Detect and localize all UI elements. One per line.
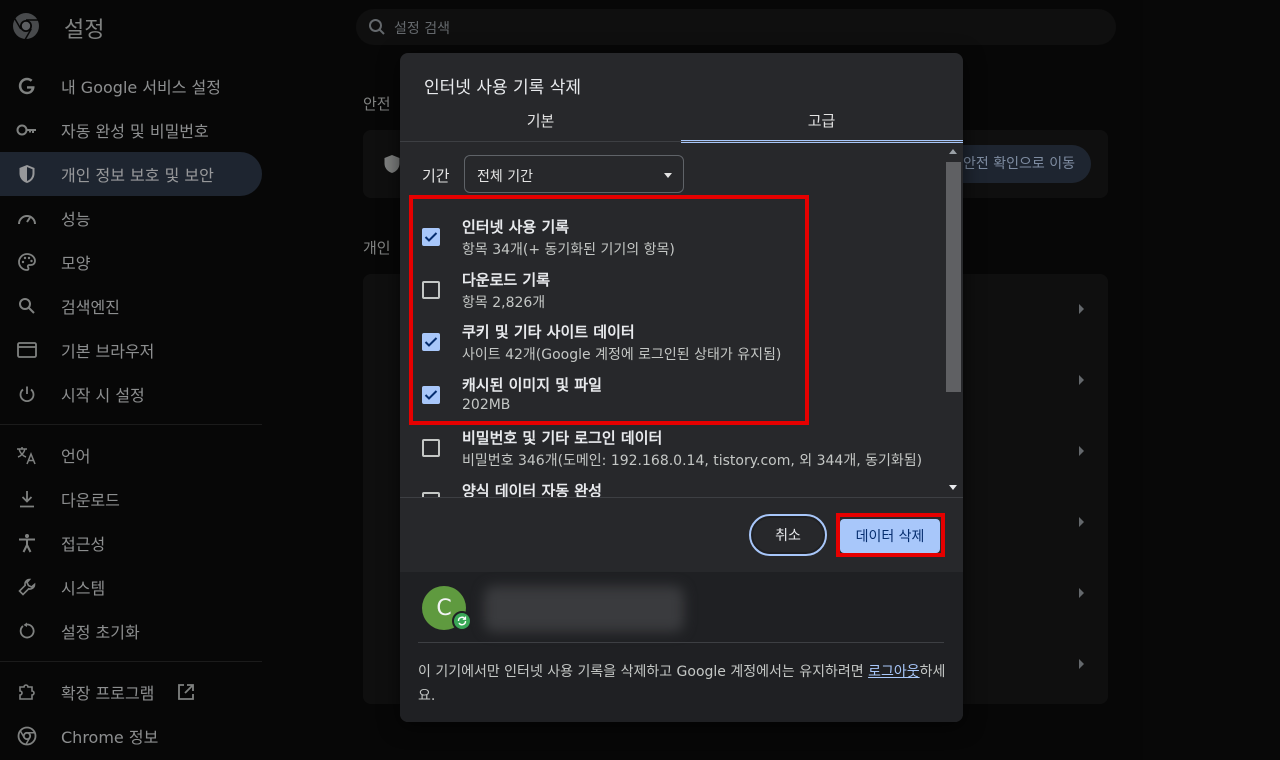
highlight-box-delete-button: [836, 513, 945, 557]
option-autofill[interactable]: 양식 데이터 자동 완성: [400, 469, 945, 497]
option-title: 비밀번호 및 기타 로그인 데이터: [462, 429, 663, 447]
scrollbar-thumb[interactable]: [946, 162, 961, 392]
dropdown-arrow-icon: [664, 173, 672, 178]
option-title: 양식 데이터 자동 완성: [462, 482, 602, 497]
sync-icon: [452, 611, 472, 631]
scroll-down-arrow-icon[interactable]: [949, 485, 957, 490]
cancel-button[interactable]: 취소: [749, 514, 827, 556]
scroll-up-arrow-icon[interactable]: [949, 149, 957, 154]
tab-advanced[interactable]: 고급: [681, 107, 962, 143]
signout-link[interactable]: 로그아웃: [868, 664, 920, 680]
note-text: 이 기기에서만 인터넷 사용 기록을 삭제하고 Google 계정에서는 유지하…: [418, 664, 869, 680]
time-range-value: 전체 기간: [477, 169, 533, 185]
account-divider: [418, 642, 944, 643]
footer-divider: [400, 497, 963, 498]
highlight-box-selected-options: [409, 195, 809, 425]
time-range-select[interactable]: 전체 기간: [464, 155, 684, 193]
period-label: 기간: [422, 167, 450, 185]
checkbox-passwords[interactable]: [422, 439, 440, 457]
account-section: C 이 기기에서만 인터넷 사용 기록을 삭제하고 Google 계정에서는 유…: [400, 572, 963, 722]
dialog-title: 인터넷 사용 기록 삭제: [424, 78, 581, 98]
tab-basic[interactable]: 기본: [400, 107, 681, 143]
option-subtitle: 비밀번호 346개(도메인: 192.168.0.14, tistory.com…: [462, 453, 923, 469]
signout-note: 이 기기에서만 인터넷 사용 기록을 삭제하고 Google 계정에서는 유지하…: [418, 660, 948, 708]
dialog-tabs: 기본 고급: [400, 107, 963, 143]
blurred-account-info: [484, 586, 684, 632]
